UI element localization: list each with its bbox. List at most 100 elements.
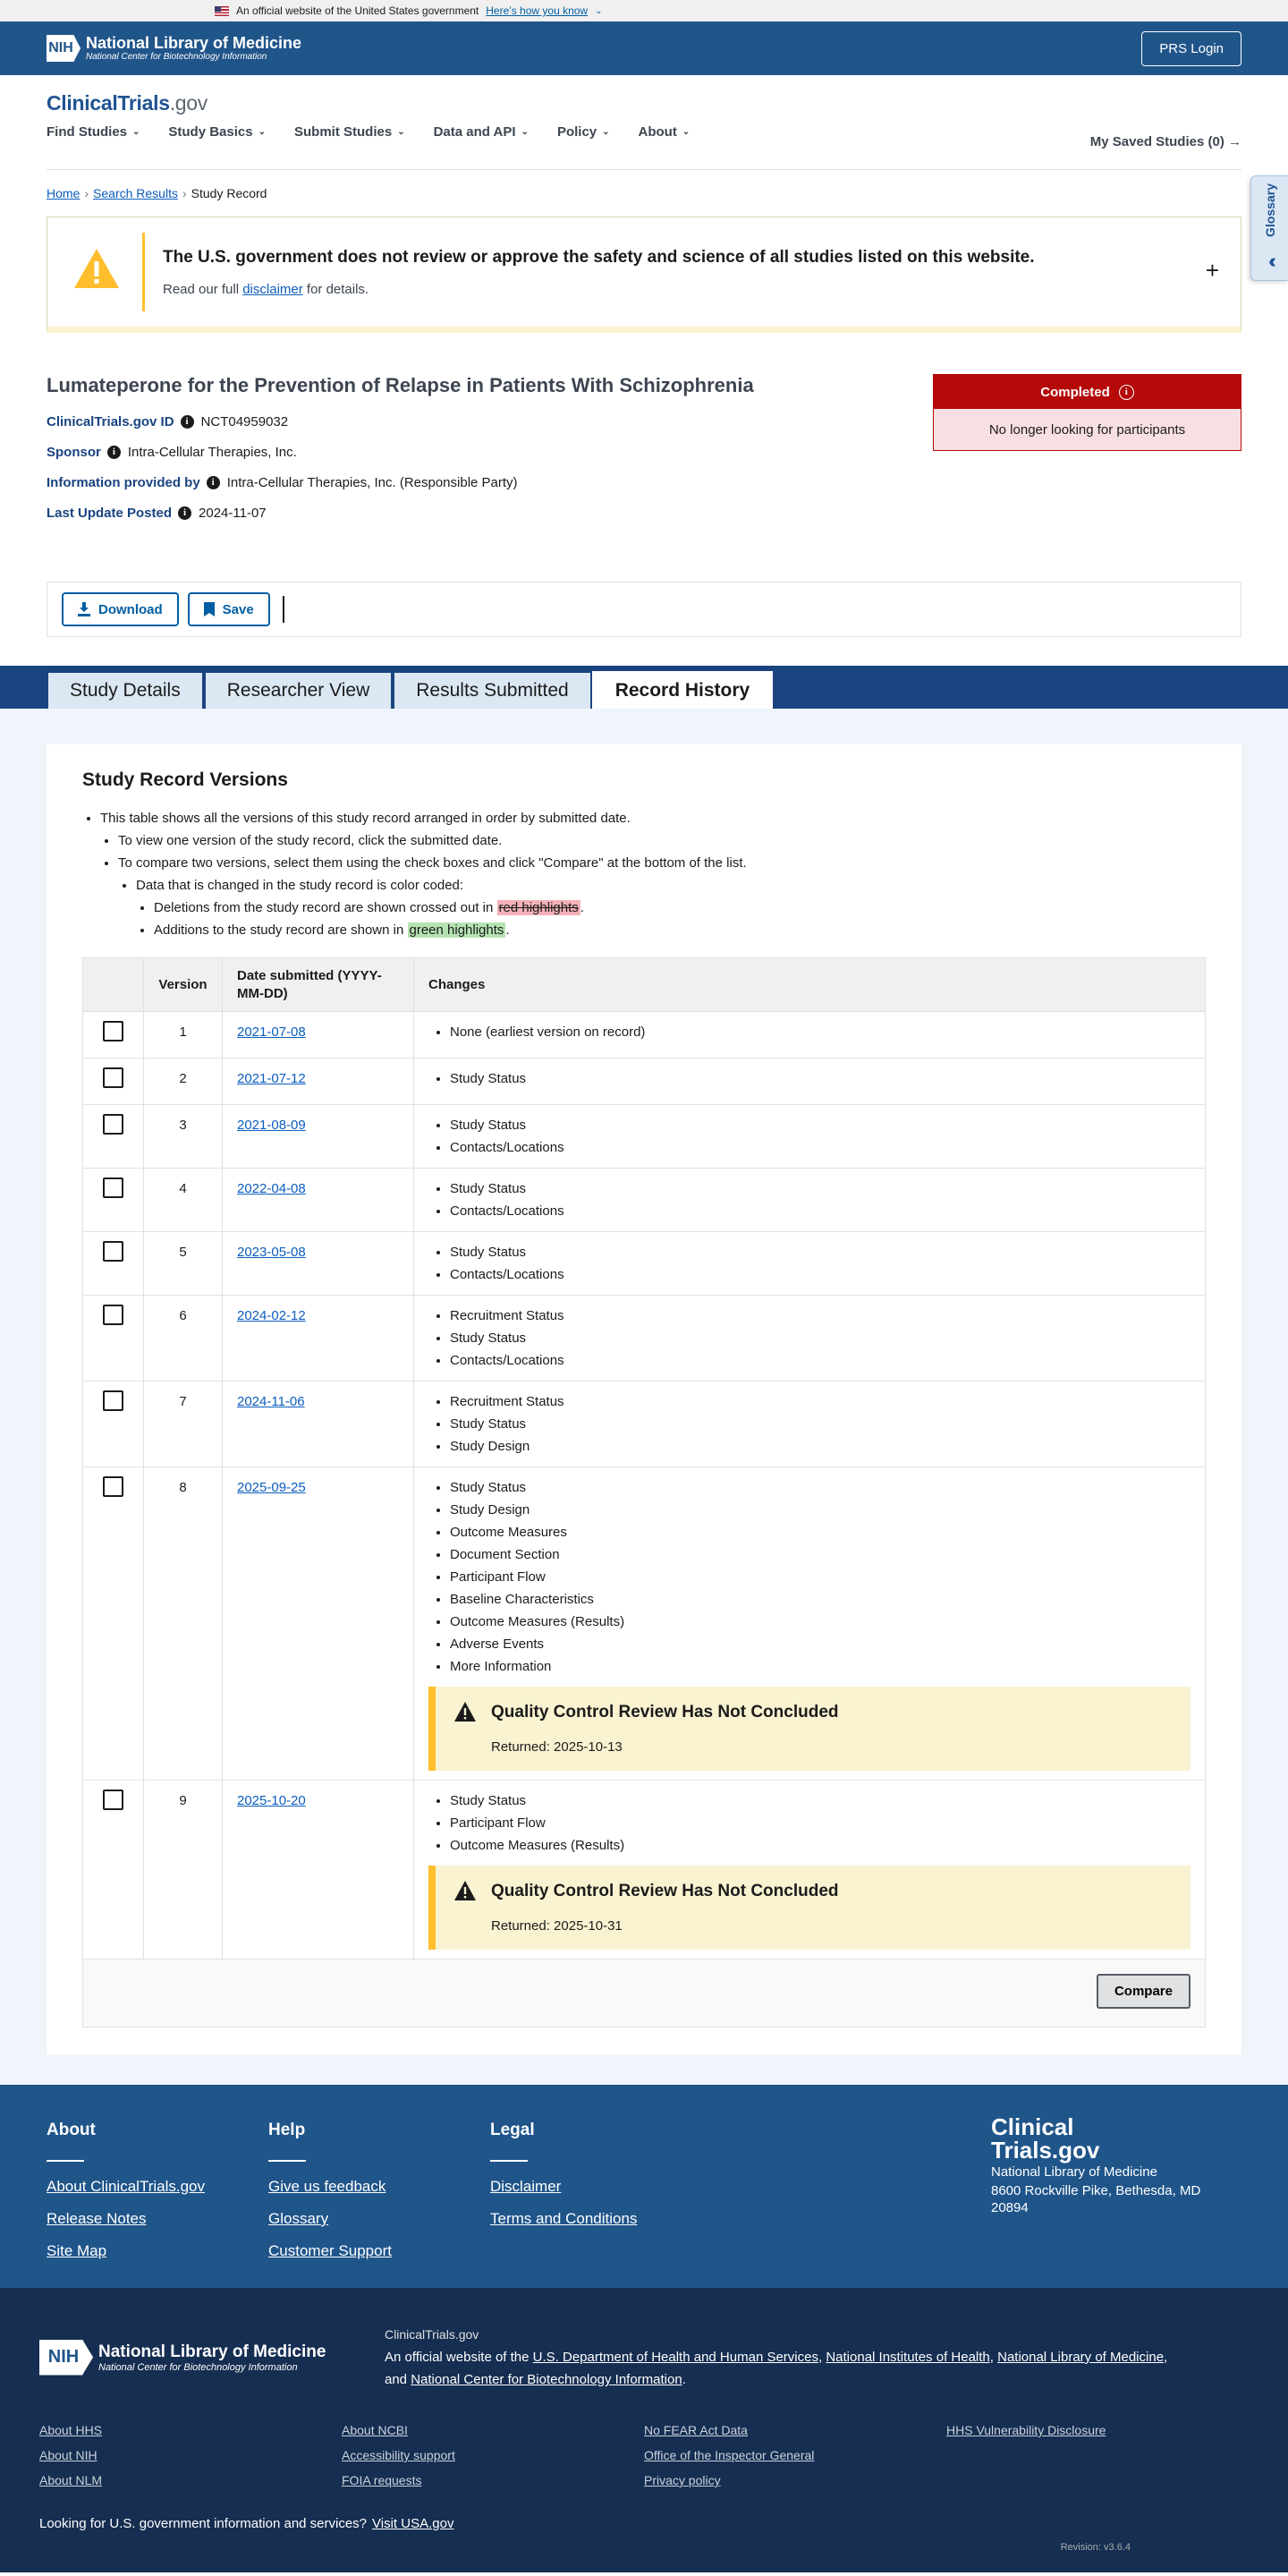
hhs-link[interactable]: U.S. Department of Health and Human Serv… (533, 2350, 818, 2365)
info-icon[interactable]: i (1118, 384, 1134, 400)
tab-record-history[interactable]: Record History (591, 671, 774, 709)
version-checkbox[interactable] (103, 1067, 123, 1088)
change-item: Contacts/Locations (450, 1200, 1191, 1222)
version-checkbox[interactable] (103, 1390, 123, 1411)
table-row: 2 2021-07-12 Study Status (82, 1058, 1206, 1105)
footer-link[interactable]: Glossary (268, 2210, 490, 2228)
version-date-link[interactable]: 2025-09-25 (237, 1480, 306, 1495)
version-date-link[interactable]: 2024-11-06 (237, 1394, 305, 1409)
footer-link[interactable]: No FEAR Act Data (644, 2423, 946, 2437)
version-date-link[interactable]: 2021-08-09 (237, 1118, 306, 1133)
version-date-link[interactable]: 2021-07-12 (237, 1071, 306, 1086)
nlm-footer-logo[interactable]: NIH National Library of Medicine Nationa… (39, 2324, 385, 2391)
save-button[interactable]: Save (187, 592, 270, 626)
footer-link[interactable]: About NLM (39, 2473, 342, 2487)
change-item: Baseline Characteristics (450, 1588, 1191, 1611)
footer-link[interactable]: Site Map (47, 2242, 268, 2260)
prs-login-button[interactable]: PRS Login (1141, 30, 1241, 66)
footer-link[interactable]: About HHS (39, 2423, 342, 2437)
version-date-link[interactable]: 2024-02-12 (237, 1308, 306, 1323)
nav-data-api[interactable]: Data and API ⌄ (434, 124, 529, 140)
nlm-logo[interactable]: NIH National Library of Medicine Nationa… (47, 34, 301, 63)
tab-researcher-view[interactable]: Researcher View (203, 671, 394, 709)
versions-table: Version Date submitted (YYYY-MM-DD) Chan… (82, 957, 1206, 2028)
gov-statement: ClinicalTrials.gov An official website o… (385, 2324, 1225, 2391)
nav-submit-studies[interactable]: Submit Studies ⌄ (294, 124, 405, 140)
footer-link[interactable]: Release Notes (47, 2210, 268, 2228)
footer-link[interactable]: About ClinicalTrials.gov (47, 2178, 268, 2196)
change-item: Study Design (450, 1435, 1191, 1458)
tab-results-submitted[interactable]: Results Submitted (393, 671, 592, 709)
footer-link[interactable]: FOIA requests (342, 2473, 644, 2487)
last-update-value: 2024-11-07 (199, 506, 267, 521)
footer-org: National Library of Medicine (991, 2164, 1157, 2180)
nlm-link[interactable]: National Library of Medicine (997, 2350, 1164, 2365)
logo-suffix: .gov (169, 91, 208, 115)
nav-about[interactable]: About ⌄ (639, 124, 691, 140)
footer-link[interactable]: Accessibility support (342, 2448, 644, 2462)
warning-icon (72, 247, 130, 298)
footer-link[interactable]: Terms and Conditions (490, 2210, 712, 2228)
breadcrumb-search-results[interactable]: Search Results (93, 186, 178, 200)
info-icon[interactable]: i (178, 506, 192, 520)
version-checkbox[interactable] (103, 1114, 123, 1135)
nav-policy[interactable]: Policy ⌄ (557, 124, 610, 140)
version-checkbox[interactable] (103, 1790, 123, 1810)
ncbi-link[interactable]: National Center for Biotechnology Inform… (411, 2372, 682, 2387)
version-number: 3 (143, 1104, 223, 1169)
disclaimer-link[interactable]: disclaimer (242, 282, 303, 297)
download-button[interactable]: Download (62, 592, 179, 626)
version-date-link[interactable]: 2025-10-20 (237, 1793, 306, 1808)
study-toolbar: Download Save (47, 582, 1241, 637)
nih-link[interactable]: National Institutes of Health (826, 2350, 989, 2365)
footer-link[interactable]: Give us feedback (268, 2178, 490, 2196)
info-icon[interactable]: i (106, 446, 121, 459)
footer-link[interactable]: Privacy policy (644, 2473, 946, 2487)
heres-how-you-know-link[interactable]: Here’s how you know (486, 4, 588, 17)
version-checkbox[interactable] (103, 1476, 123, 1497)
saved-studies-link[interactable]: My Saved Studies (0) → (1090, 134, 1241, 149)
version-checkbox[interactable] (103, 1177, 123, 1198)
instruction-item: Deletions from the study record are show… (154, 897, 1206, 919)
toolbar-separator (282, 596, 284, 623)
alert-heading: The U.S. government does not review or a… (163, 247, 1035, 267)
info-icon[interactable]: i (180, 415, 194, 429)
version-date-link[interactable]: 2022-04-08 (237, 1181, 306, 1196)
version-date-link[interactable]: 2023-05-08 (237, 1245, 306, 1260)
footer-link[interactable]: Customer Support (268, 2242, 490, 2260)
footer-link[interactable]: About NCBI (342, 2423, 644, 2437)
footer-logo[interactable]: Clinical Trials.gov (991, 2115, 1224, 2162)
usa-gov-link[interactable]: Visit USA.gov (372, 2516, 453, 2531)
info-icon[interactable]: i (206, 476, 220, 489)
table-row: 9 2025-10-20 Study StatusParticipant Flo… (82, 1780, 1206, 1960)
footer-link[interactable]: About NIH (39, 2448, 342, 2462)
footer-link[interactable]: Disclaimer (490, 2178, 712, 2196)
nav-study-basics[interactable]: Study Basics ⌄ (168, 124, 266, 140)
table-row: 5 2023-05-08 Study StatusContacts/Locati… (82, 1231, 1206, 1296)
footer-link[interactable]: HHS Vulnerability Disclosure (946, 2423, 1249, 2437)
alert-text: Read our full disclaimer for details. (163, 281, 369, 297)
sponsor-value: Intra-Cellular Therapies, Inc. (127, 445, 297, 460)
compare-button[interactable]: Compare (1096, 1974, 1191, 2009)
nav-find-studies[interactable]: Find Studies ⌄ (47, 124, 140, 140)
change-item: Outcome Measures (Results) (450, 1611, 1191, 1633)
expand-plus-icon[interactable]: + (1206, 257, 1219, 285)
glossary-tab[interactable]: Glossary ‹‹ (1250, 175, 1288, 281)
version-checkbox[interactable] (103, 1305, 123, 1325)
tab-study-details[interactable]: Study Details (47, 671, 204, 709)
change-item: Outcome Measures (Results) (450, 1834, 1191, 1857)
status-box: Completed i No longer looking for partici… (933, 374, 1241, 451)
clinicaltrials-logo[interactable]: ClinicalTrials.gov (47, 91, 1241, 115)
footer-about: About About ClinicalTrials.gov Release N… (47, 2121, 268, 2288)
status-label: Completed (1040, 384, 1110, 400)
qc-returned: Returned: 2025-10-13 (491, 1739, 623, 1755)
info-provided-value: Intra-Cellular Therapies, Inc. (Responsi… (226, 475, 518, 490)
version-checkbox[interactable] (103, 1241, 123, 1262)
footer-link[interactable]: Office of the Inspector General (644, 2448, 946, 2462)
usa-gov-line: Looking for U.S. government information … (39, 2516, 454, 2531)
change-item: Outcome Measures (450, 1521, 1191, 1543)
breadcrumb-home[interactable]: Home (47, 186, 80, 200)
version-checkbox[interactable] (103, 1021, 123, 1041)
qc-warning: Quality Control Review Has Not Concluded… (428, 1687, 1191, 1771)
version-date-link[interactable]: 2021-07-08 (237, 1024, 306, 1040)
